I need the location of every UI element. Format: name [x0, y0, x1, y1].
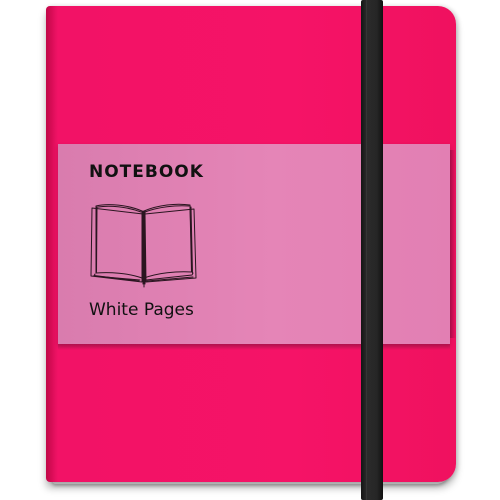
notebook-illustration: NOTEBOOK White Pages	[0, 0, 500, 500]
label-title: NOTEBOOK	[89, 162, 204, 182]
open-book-sketch-icon	[90, 203, 197, 288]
band-shadow	[450, 150, 456, 338]
band-fold	[58, 344, 450, 350]
label-subtitle: White Pages	[89, 300, 194, 320]
elastic-strap	[361, 0, 383, 500]
label-band: NOTEBOOK White Pages	[58, 144, 456, 350]
